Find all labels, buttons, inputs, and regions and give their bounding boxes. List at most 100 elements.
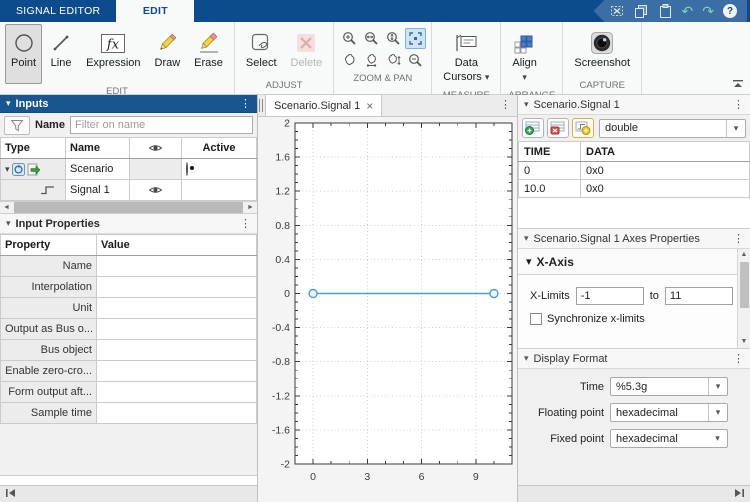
floating-point-dropdown[interactable]: hexadecimal ▾: [610, 403, 728, 422]
inputs-hscrollbar[interactable]: ◄ ►: [0, 201, 257, 214]
value-cell[interactable]: [96, 318, 257, 340]
eye-icon[interactable]: [148, 185, 163, 195]
input-properties-header[interactable]: ▾ Input Properties ⋮: [0, 214, 257, 234]
cut-icon[interactable]: [610, 4, 625, 19]
table-row[interactable]: 0 0x0: [518, 161, 750, 180]
sync-xlimits-checkbox[interactable]: [530, 313, 542, 325]
close-icon[interactable]: ×: [366, 99, 373, 113]
scenario-name-cell[interactable]: Scenario: [65, 158, 130, 180]
panel-menu-icon[interactable]: ⋮: [240, 217, 251, 230]
filter-input[interactable]: [69, 116, 253, 134]
axes-vscrollbar[interactable]: ▲ ▼: [737, 249, 750, 348]
line-button[interactable]: Line: [44, 24, 78, 74]
scroll-left-icon[interactable]: ◄: [0, 201, 13, 214]
table-row[interactable]: 10.0 0x0: [518, 179, 750, 198]
tab-signal-editor[interactable]: SIGNAL EDITOR: [0, 0, 116, 22]
filter-funnel-icon[interactable]: [4, 115, 30, 135]
zoom-out-icon[interactable]: [405, 50, 426, 71]
value-cell[interactable]: [96, 276, 257, 298]
hscroll-thumb[interactable]: [14, 202, 243, 213]
insert-row-button[interactable]: [522, 118, 544, 138]
display-format-header[interactable]: ▾ Display Format ⋮: [518, 349, 750, 369]
time-cell[interactable]: 0: [518, 161, 581, 180]
value-cell[interactable]: [96, 297, 257, 319]
axes-properties-body: ▾ X-Axis X-Limits to Synchronize x-limit…: [518, 249, 750, 349]
collapse-toolstrip-icon[interactable]: [732, 79, 744, 91]
x-max-field[interactable]: [664, 287, 733, 305]
inputs-panel-header[interactable]: ▾ Inputs ⋮: [0, 95, 257, 113]
svg-text:2: 2: [284, 118, 290, 130]
delete-row-button[interactable]: [547, 118, 569, 138]
floating-point-value: hexadecimal: [616, 406, 678, 419]
svg-text:0: 0: [310, 471, 316, 483]
splitter-handle[interactable]: [259, 99, 263, 112]
zoom-in-x-icon[interactable]: [361, 28, 382, 49]
panel-menu-icon[interactable]: ⋮: [733, 98, 744, 111]
delete-button[interactable]: Delete: [285, 24, 329, 74]
copy-icon[interactable]: [634, 4, 649, 19]
time-cell[interactable]: 10.0: [518, 179, 581, 198]
table-row-signal[interactable]: Signal 1: [0, 179, 257, 201]
select-button[interactable]: Select: [240, 24, 283, 74]
value-cell[interactable]: [96, 339, 257, 361]
scroll-up-icon[interactable]: ▲: [741, 249, 748, 261]
tab-edit[interactable]: EDIT: [116, 0, 195, 22]
chevron-down-icon: ▾: [524, 353, 529, 363]
data-cursors-button[interactable]: Data Cursors ▾: [437, 24, 495, 88]
time-format-dropdown[interactable]: %5.3g ▾: [610, 377, 728, 396]
svg-text:fx: fx: [106, 37, 120, 52]
expression-button[interactable]: fx Expression: [80, 24, 146, 74]
properties-empty-area: [0, 475, 257, 485]
expand-caret-icon[interactable]: ▾: [5, 164, 10, 174]
paste-icon[interactable]: [658, 4, 673, 19]
data-type-dropdown[interactable]: double ▾: [599, 118, 746, 138]
toolstrip: Point Line fx Expression Draw Erase EDIT…: [0, 22, 750, 101]
document-tab-title: Scenario.Signal 1: [274, 99, 361, 112]
signal-name-cell[interactable]: Signal 1: [65, 179, 130, 201]
vscroll-thumb[interactable]: [739, 262, 749, 308]
data-cell[interactable]: 0x0: [580, 179, 750, 198]
value-cell[interactable]: [96, 360, 257, 382]
data-cell[interactable]: 0x0: [580, 161, 750, 180]
table-row: Sample time: [0, 402, 257, 424]
zoom-in-y-icon[interactable]: [383, 28, 404, 49]
pan-x-icon[interactable]: [361, 50, 382, 71]
collapse-right-icon[interactable]: [733, 488, 745, 501]
active-radio[interactable]: [186, 162, 188, 176]
data-cursors-icon: [453, 29, 479, 57]
document-tab[interactable]: Scenario.Signal 1 ×: [265, 94, 383, 116]
collapse-left-icon[interactable]: [5, 488, 17, 501]
panel-menu-icon[interactable]: ⋮: [733, 352, 744, 365]
add-signal-button[interactable]: [572, 118, 594, 138]
x-min-field[interactable]: [575, 287, 644, 305]
x-axis-section-header[interactable]: ▾ X-Axis: [518, 249, 737, 275]
value-cell[interactable]: [96, 402, 257, 424]
fit-to-view-icon[interactable]: [405, 28, 427, 49]
document-menu-icon[interactable]: ⋮: [500, 98, 511, 111]
signal-data-title: Scenario.Signal 1: [533, 98, 620, 111]
redo-icon[interactable]: ↷: [702, 4, 714, 18]
value-cell[interactable]: [96, 255, 257, 277]
scroll-down-icon[interactable]: ▼: [741, 336, 748, 348]
value-cell[interactable]: [96, 381, 257, 403]
axes-properties-title: Scenario.Signal 1 Axes Properties: [533, 232, 700, 245]
signal-plot[interactable]: 0 3 6 9 -2 -1.6 -1.2 -0.8 -0.4 0 0.4 0.8 1.2 1.6 2: [258, 117, 518, 502]
table-row-scenario[interactable]: ▾ Scenario: [0, 158, 257, 180]
erase-button[interactable]: Erase: [188, 24, 229, 74]
signal-data-header[interactable]: ▾ Scenario.Signal 1 ⋮: [518, 95, 750, 115]
axes-properties-header[interactable]: ▾ Scenario.Signal 1 Axes Properties ⋮: [518, 229, 750, 249]
zoom-in-icon[interactable]: [339, 28, 360, 49]
undo-icon[interactable]: ↶: [682, 4, 694, 18]
draw-button[interactable]: Draw: [149, 24, 187, 74]
pan-y-icon[interactable]: [383, 50, 404, 71]
scroll-right-icon[interactable]: ►: [244, 201, 257, 214]
screenshot-button[interactable]: Screenshot: [568, 24, 636, 74]
help-icon[interactable]: ?: [723, 4, 737, 18]
panel-menu-icon[interactable]: ⋮: [240, 97, 251, 110]
panel-menu-icon[interactable]: ⋮: [733, 232, 744, 245]
fixed-point-dropdown[interactable]: hexadecimal ▾: [610, 429, 728, 448]
signal-step-icon: [41, 186, 54, 195]
pan-icon[interactable]: [339, 50, 360, 71]
point-button[interactable]: Point: [5, 24, 43, 84]
align-button[interactable]: Align ▾: [506, 24, 542, 88]
